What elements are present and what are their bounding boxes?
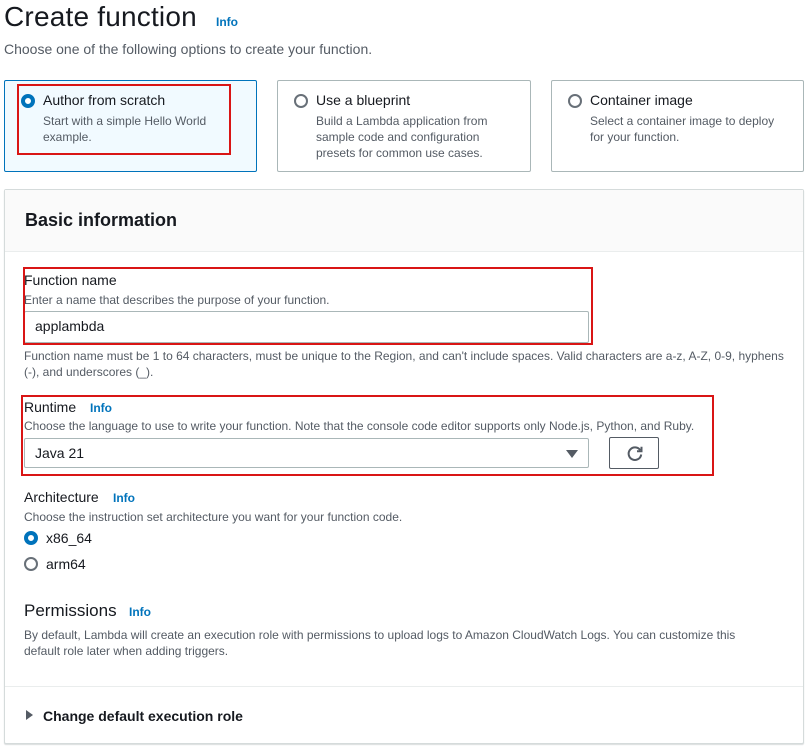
change-default-execution-role-expander[interactable]: Change default execution role <box>26 708 243 724</box>
panel-header: Basic information <box>5 190 803 252</box>
option-title: Container image <box>590 92 693 108</box>
page-title-info-link[interactable]: Info <box>216 15 238 29</box>
architecture-description: Choose the instruction set architecture … <box>24 510 403 524</box>
architecture-arm64-radio[interactable] <box>24 557 38 571</box>
panel-title: Basic information <box>25 210 178 230</box>
option-description: Select a container image to deploy for y… <box>590 114 775 144</box>
option-title: Use a blueprint <box>316 92 411 108</box>
container-image-radio[interactable] <box>568 94 582 108</box>
option-author-from-scratch[interactable]: Author from scratch Start with a simple … <box>4 80 257 172</box>
architecture-label: Architecture <box>24 489 99 505</box>
runtime-select-value: Java 21 <box>35 445 85 461</box>
function-name-input[interactable]: applambda <box>24 311 589 343</box>
option-description: Start with a simple Hello World example. <box>43 114 207 144</box>
use-a-blueprint-radio[interactable] <box>294 94 308 108</box>
page-title: Create function <box>4 1 197 32</box>
permissions-description: By default, Lambda will create an execut… <box>24 628 736 658</box>
runtime-select[interactable]: Java 21 <box>24 438 589 468</box>
architecture-arm64-label[interactable]: arm64 <box>46 556 86 572</box>
option-use-a-blueprint[interactable]: Use a blueprint Build a Lambda applicati… <box>277 80 531 172</box>
function-name-constraint: Function name must be 1 to 64 characters… <box>24 349 784 379</box>
option-container-image[interactable]: Container image Select a container image… <box>551 80 804 172</box>
author-from-scratch-radio[interactable] <box>21 94 35 108</box>
runtime-info-link[interactable]: Info <box>90 401 112 415</box>
page-subtitle: Choose one of the following options to c… <box>4 41 373 57</box>
caret-down-icon <box>566 450 578 458</box>
permissions-info-link[interactable]: Info <box>129 605 151 619</box>
function-name-label: Function name <box>24 272 117 288</box>
architecture-x86-64-radio[interactable] <box>24 531 38 545</box>
divider <box>5 686 803 687</box>
function-name-description: Enter a name that describes the purpose … <box>24 293 330 307</box>
architecture-info-link[interactable]: Info <box>113 491 135 505</box>
runtime-label: Runtime <box>24 399 77 415</box>
refresh-runtime-button[interactable] <box>609 437 659 469</box>
caret-right-icon <box>26 710 33 720</box>
architecture-x86-64-label[interactable]: x86_64 <box>46 530 92 546</box>
option-description: Build a Lambda application from sample c… <box>316 114 488 160</box>
runtime-description: Choose the language to use to write your… <box>24 419 695 433</box>
permissions-title: Permissions <box>24 601 117 620</box>
option-title: Author from scratch <box>43 92 166 108</box>
expander-label: Change default execution role <box>43 708 243 724</box>
refresh-icon <box>627 446 643 461</box>
